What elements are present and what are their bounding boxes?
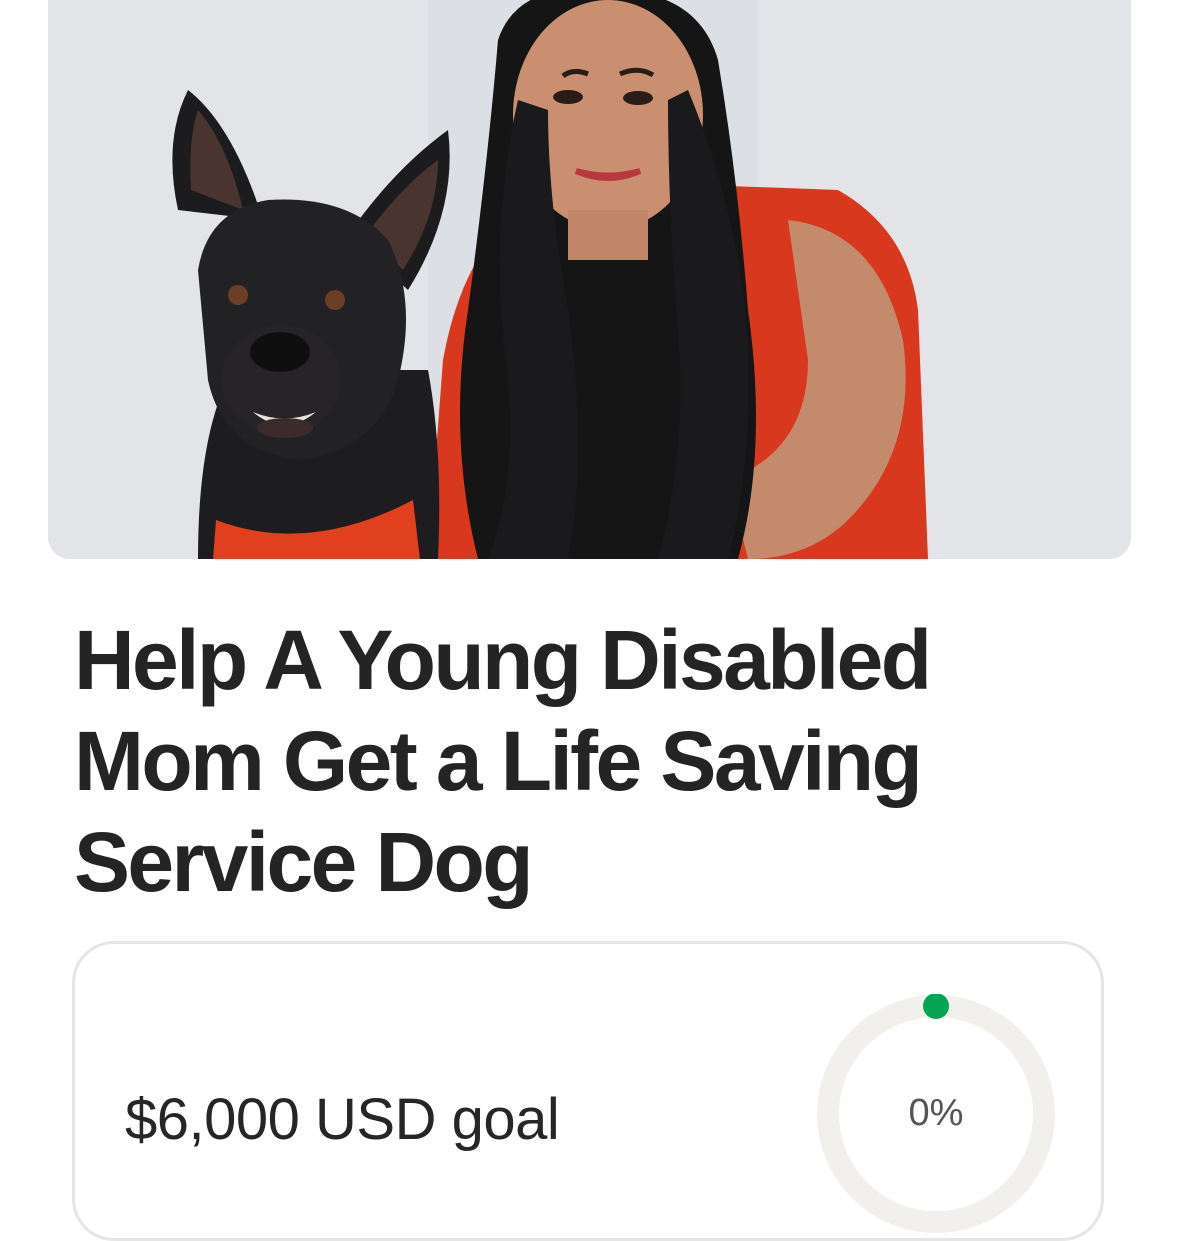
campaign-title: Help A Young Disabled Mom Get a Life Sav… xyxy=(74,613,932,909)
progress-indicator-dot xyxy=(923,994,949,1019)
hero-image xyxy=(48,0,1131,559)
progress-percent: 0% xyxy=(908,1092,964,1134)
goal-amount: $6,000 USD goal xyxy=(125,1087,560,1152)
progress-card: $6,000 USD goal 0% xyxy=(72,941,1104,1241)
dog-and-woman-photo xyxy=(48,0,1131,559)
